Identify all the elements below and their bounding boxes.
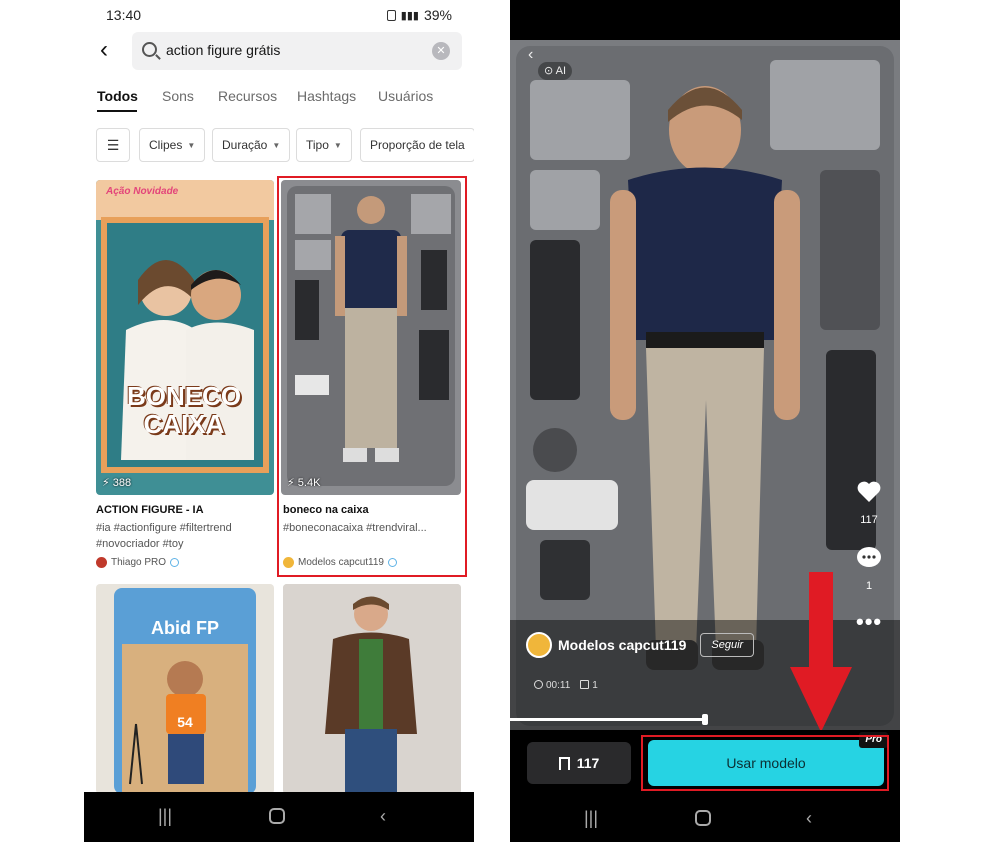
comment-count: 1 [865,580,873,592]
system-nav-bar: ||| ‹ [510,794,900,842]
progress-handle[interactable] [702,714,708,725]
notification-icon [386,9,396,21]
tab-recursos[interactable]: Recursos [218,88,277,104]
clip-count: 1 [580,680,598,691]
bookmark-icon [558,757,570,770]
clip-icon [580,680,590,689]
view-count-value: 388 [112,477,132,489]
recent-apps-icon[interactable]: ||| [158,806,172,826]
back-arrow-icon[interactable]: ‹ [528,46,533,64]
signal-icon: ▮▮▮ [400,9,419,22]
save-button[interactable]: 117 [527,742,631,784]
battery-level: 39% [423,7,452,23]
highlight-box [277,176,467,577]
thumbnail-image [96,584,274,794]
status-bar: 13:40 ▮▮▮ 39% [84,0,474,30]
creator-info: Modelos capcut119 Seguir [526,632,755,658]
active-tab-indicator [97,110,137,112]
thumbnail-image [283,584,461,794]
home-icon[interactable] [695,810,711,826]
chip-label: Duração [222,138,268,152]
follow-button[interactable]: Seguir [700,633,755,657]
clock-icon [534,680,543,689]
video-card-thumbnail[interactable]: Ação Novidade BONECO CAIXA ⚡ 388 [96,180,274,495]
status-time: 13:40 [106,7,142,23]
search-input[interactable]: action figure grátis ✕ [132,32,462,70]
filter-chip-clipes[interactable]: Clipes ▼ [139,128,206,162]
chip-label: Tipo [306,138,329,152]
thumbnail-overlay-text: Abid FP [151,618,219,638]
template-preview-screen: ‹ ⊙ AI 117 1 ••• Modelos capcut119 Segui… [510,0,900,842]
heart-icon[interactable] [856,480,882,504]
filter-chips: ☰ Clipes ▼ Duração ▼ Tipo ▼ Proporção de te… [96,128,474,162]
creator-name[interactable]: Modelos capcut119 [558,637,686,653]
home-icon[interactable] [269,808,285,824]
clear-icon[interactable]: ✕ [432,42,450,60]
chevron-down-icon: ▼ [333,140,342,150]
view-count: ⚡ 388 [102,477,132,489]
filter-chip-proporcao[interactable]: Proporção de tela [360,128,474,162]
recent-apps-icon[interactable]: ||| [584,808,598,828]
back-arrow-icon[interactable]: ‹ [100,38,108,62]
duration-value: 00:11 [546,680,571,691]
template-meta: 00:11 1 [534,680,598,691]
tab-usuarios[interactable]: Usuários [378,88,433,104]
filter-chip-tipo[interactable]: Tipo ▼ [296,128,352,162]
system-nav-bar: ||| ‹ [84,792,474,842]
tab-hashtags[interactable]: Hashtags [297,88,356,104]
video-title[interactable]: ACTION FIGURE - IA [96,504,204,516]
page: 13:40 ▮▮▮ 39% ‹ action figure grátis ✕ T… [0,0,984,842]
status-icons: ▮▮▮ 39% [386,7,452,23]
more-options-icon[interactable]: ••• [856,611,882,633]
shirt-number: 54 [177,714,193,730]
chevron-down-icon: ▼ [187,140,196,150]
tab-todos[interactable]: Todos [97,88,138,104]
comment-icon[interactable] [856,546,882,570]
author-name: Thiago PRO [111,557,167,568]
ai-badge-label: AI [555,65,567,77]
video-card-thumbnail[interactable]: Abid FP 54 [96,584,274,794]
ai-badge: ⊙ AI [538,62,573,80]
chip-label: Clipes [149,138,183,152]
verified-icon [170,558,180,567]
duration: 00:11 [534,680,570,691]
like-count: 117 [860,514,878,526]
red-arrow-annotation [790,572,852,732]
video-progress-bar[interactable] [510,718,705,721]
filter-chip-duracao[interactable]: Duração ▼ [212,128,291,162]
search-icon [142,42,157,57]
back-icon[interactable]: ‹ [806,808,812,828]
filter-settings-icon[interactable]: ☰ [96,128,130,162]
chip-label: Proporção de tela [370,138,465,152]
chevron-down-icon: ▼ [272,140,281,150]
highlight-box [641,735,889,791]
avatar [96,557,107,568]
thumbnail-overlay-text: BONECO CAIXA [126,381,242,439]
back-icon[interactable]: ‹ [380,806,386,826]
video-card-thumbnail[interactable] [283,584,461,794]
clip-count-value: 1 [592,680,598,691]
template-action-bar: 117 Usar modelo Pro [510,730,900,794]
banner-text: Ação Novidade [106,186,179,197]
search-query: action figure grátis [166,42,281,58]
search-results-screen: 13:40 ▮▮▮ 39% ‹ action figure grátis ✕ T… [84,0,474,842]
tab-sons[interactable]: Sons [162,88,194,104]
avatar[interactable] [526,632,552,658]
video-hashtags[interactable]: #ia #actionfigure #filtertrend #novocria… [96,520,274,552]
video-author[interactable]: Thiago PRO [96,557,180,568]
thumbnail-image [96,180,274,495]
search-bar: ‹ action figure grátis ✕ [84,32,474,70]
result-tabs: Todos Sons Recursos Hashtags Usuários [84,88,474,112]
save-count: 117 [576,755,600,771]
